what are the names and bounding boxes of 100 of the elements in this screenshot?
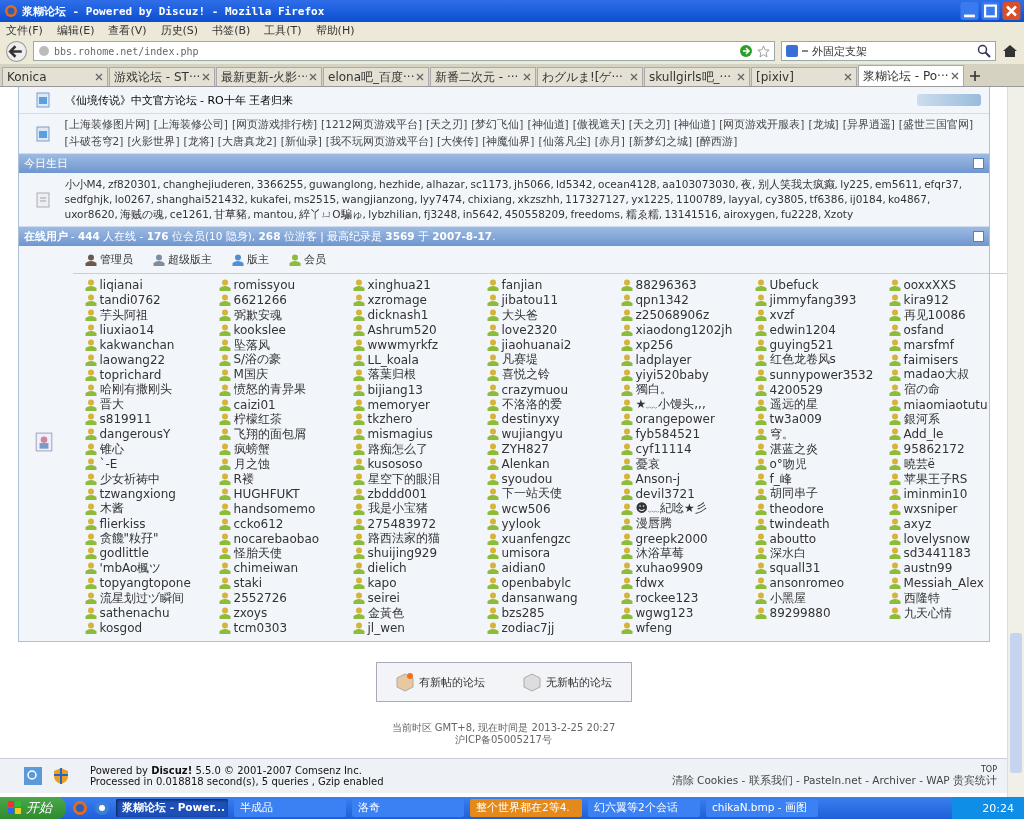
member-link[interactable]: jiaohuanai2 <box>501 338 572 352</box>
member-link[interactable]: 2552726 <box>233 591 287 606</box>
member-link[interactable]: theodore <box>769 501 824 516</box>
member-link[interactable]: liuxiao14 <box>99 323 155 338</box>
member-link[interactable]: 哈刚有撒刚头 <box>99 381 172 399</box>
taskbar-button[interactable]: 幻六翼等2个会话 <box>588 799 700 817</box>
member-link[interactable]: aboutto <box>769 531 817 546</box>
taskbar-button[interactable]: 浆糊论坛 - Power... <box>116 799 228 817</box>
member-link[interactable]: 沐浴草莓 <box>635 545 684 562</box>
member-link[interactable]: devil3721 <box>635 486 695 501</box>
member-link[interactable]: 湛蓝之炎 <box>769 440 818 458</box>
member-link[interactable]: dangerousY <box>99 427 171 442</box>
member-link[interactable]: 胡同串子 <box>769 485 818 503</box>
go-icon[interactable] <box>739 44 753 58</box>
member-link[interactable]: 宿の命 <box>903 381 940 399</box>
member-link[interactable]: 喜悦之铃 <box>501 366 550 384</box>
browser-tab[interactable]: [pixiv] <box>751 67 857 86</box>
member-link[interactable]: 路西法家的猫 <box>367 530 440 548</box>
member-link[interactable]: Alenkan <box>501 457 550 472</box>
member-link[interactable]: miaomiaotutu <box>903 397 988 412</box>
partner-link[interactable]: [异界逍遥] <box>842 118 895 132</box>
member-link[interactable]: romissyou <box>233 278 296 293</box>
member-link[interactable]: caizi01 <box>233 397 276 412</box>
partner-link[interactable]: [仙落凡尘] <box>538 135 591 149</box>
member-link[interactable]: kira912 <box>903 293 949 308</box>
member-link[interactable]: zodiac7jj <box>501 620 555 635</box>
member-link[interactable]: 4200529 <box>769 382 823 397</box>
close-tab-icon[interactable] <box>202 73 210 81</box>
browser-tab[interactable]: Konica <box>2 67 108 86</box>
menu-item[interactable]: 书签(B) <box>212 22 251 38</box>
member-link[interactable]: 九天心情 <box>903 604 952 622</box>
member-link[interactable]: 晋大 <box>99 396 124 414</box>
partner-link[interactable]: [上海装修公司] <box>153 118 228 132</box>
member-link[interactable]: ☻﹏紀唸★彡 <box>635 500 707 518</box>
partner-link[interactable]: [天之刃] <box>426 118 468 132</box>
member-link[interactable]: dansanwang <box>501 591 578 606</box>
member-link[interactable]: flierkiss <box>99 516 146 531</box>
member-link[interactable]: ccko612 <box>233 516 284 531</box>
menu-item[interactable]: 帮助(H) <box>315 22 355 38</box>
member-link[interactable]: bzs285 <box>501 606 545 621</box>
member-link[interactable]: xzromage <box>367 293 427 308</box>
member-link[interactable]: chimeiwan <box>233 561 299 576</box>
close-tab-icon[interactable] <box>737 73 745 81</box>
browser-tab[interactable]: わグルま![ゲ··· <box>537 67 643 86</box>
member-link[interactable]: 銀河系 <box>903 410 940 428</box>
member-link[interactable]: edwin1204 <box>769 323 836 338</box>
member-link[interactable]: squall31 <box>769 561 821 576</box>
menu-item[interactable]: 工具(T) <box>264 22 302 38</box>
partner-link[interactable]: [龙将] <box>183 135 214 149</box>
partner-link[interactable]: [火影世界] <box>127 135 180 149</box>
partner-link[interactable]: [我不玩网页游戏平台] <box>325 135 434 149</box>
member-link[interactable]: Ubefuck <box>769 278 819 293</box>
member-link[interactable]: love2320 <box>501 323 558 338</box>
taskbar-button[interactable]: 半成品 <box>234 799 346 817</box>
member-link[interactable]: 89299880 <box>769 606 831 621</box>
member-link[interactable]: 下一站天使 <box>501 485 562 503</box>
member-link[interactable]: 深水白 <box>769 545 806 562</box>
partner-link[interactable]: [上海装修图片网] <box>64 118 150 132</box>
member-link[interactable]: 芋头阿祖 <box>99 306 148 324</box>
member-link[interactable]: lovelysnow <box>903 531 971 546</box>
member-link[interactable]: 275483972 <box>367 516 437 531</box>
member-link[interactable]: mismagius <box>367 427 433 442</box>
member-link[interactable]: 星空下的眼泪 <box>367 470 440 488</box>
member-link[interactable]: f_峰 <box>769 470 792 488</box>
member-link[interactable]: tandi0762 <box>99 293 161 308</box>
member-link[interactable]: godlittle <box>99 546 149 561</box>
member-link[interactable]: 少女祈祷中 <box>99 470 160 488</box>
partner-link[interactable]: [醉西游] <box>696 135 738 149</box>
collapse-button[interactable] <box>972 231 984 242</box>
collapse-button[interactable] <box>972 158 984 169</box>
member-link[interactable]: 月之蚀 <box>233 455 270 473</box>
member-link[interactable]: guying521 <box>769 338 834 352</box>
member-link[interactable]: axyz <box>903 516 932 531</box>
partner-link[interactable]: [新仙录] <box>280 135 322 149</box>
member-link[interactable]: 红色龙卷风s <box>769 351 836 369</box>
top-link[interactable]: TOP <box>981 764 997 774</box>
member-link[interactable]: cyf11114 <box>635 442 692 457</box>
member-link[interactable]: ooxxXXS <box>903 278 957 293</box>
close-tab-icon[interactable] <box>416 73 424 81</box>
partner-link[interactable]: [龙城] <box>808 118 839 132</box>
member-link[interactable]: 落葉归根 <box>367 366 416 384</box>
footer-links[interactable]: 清除 Cookies - 联系我们 - PasteIn.net - Archiver - WAP 贵宾统计 <box>671 773 997 788</box>
member-link[interactable]: wujiangyu <box>501 427 563 442</box>
member-link[interactable]: 6621266 <box>233 293 287 308</box>
member-link[interactable]: faimisers <box>903 352 959 367</box>
partner-link[interactable]: [大侠传] <box>437 135 479 149</box>
member-link[interactable]: laowang22 <box>99 352 166 367</box>
address-field[interactable]: bbs.rohome.net/index.php <box>33 41 775 61</box>
member-link[interactable]: 疯螃蟹 <box>233 440 270 458</box>
member-link[interactable]: wgwg123 <box>635 606 694 621</box>
member-link[interactable]: 木酱 <box>99 500 124 518</box>
member-link[interactable]: dicknash1 <box>367 308 429 323</box>
member-link[interactable]: 95862172 <box>903 442 965 457</box>
search-icon[interactable] <box>977 44 991 58</box>
member-link[interactable]: HUGHFUKT <box>233 486 300 501</box>
browser-tab[interactable]: 游戏论坛 - ST··· <box>109 67 215 86</box>
member-link[interactable]: liqianai <box>99 278 143 293</box>
partner-link[interactable]: [斗破苍穹2] <box>64 135 124 149</box>
member-link[interactable]: kosgod <box>99 620 143 635</box>
member-link[interactable]: destinyxy <box>501 412 560 427</box>
